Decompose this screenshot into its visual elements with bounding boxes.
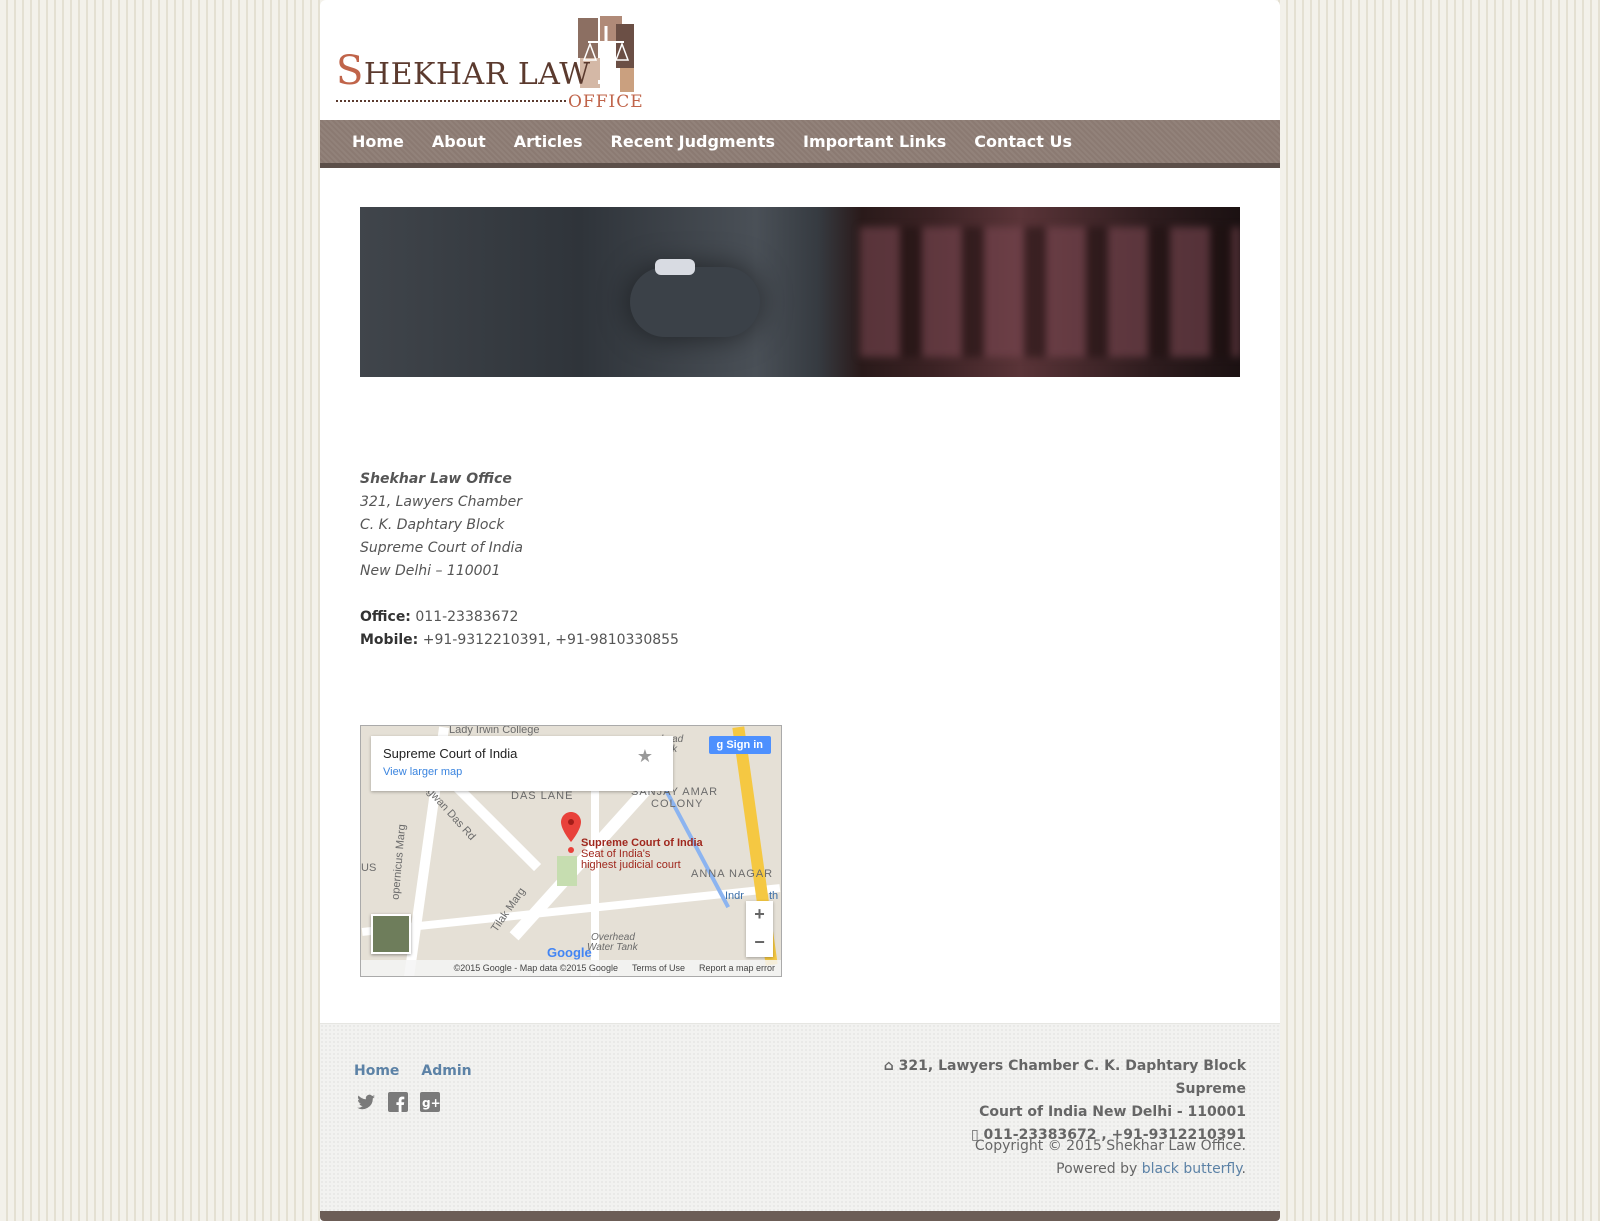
mobile-phone: Mobile: +91-9312210391, +91-9810330855 — [360, 632, 679, 648]
google-logo: Google — [547, 945, 592, 960]
logo-title: SHEKHAR LAW — [336, 48, 591, 94]
map-sign-in-button[interactable]: g Sign in — [708, 736, 771, 754]
banner-law-books — [860, 227, 1240, 357]
logo-dotted-line — [336, 100, 566, 102]
footer-address: ⌂ 321, Lawyers Chamber C. K. Daphtary Bl… — [883, 1058, 1246, 1097]
map-label: Water Tank — [587, 942, 638, 953]
map-label: Lady Irwin College — [449, 725, 540, 736]
contact-content: Shekhar Law Office 321, Lawyers Chamber … — [360, 468, 1240, 652]
zoom-in-button[interactable]: + — [746, 901, 773, 929]
google-plus-icon[interactable]: g+ — [420, 1092, 441, 1112]
map-attribution-bar: ©2015 Google - Map data ©2015 Google Ter… — [361, 960, 781, 976]
footer-bottom-bar — [320, 1211, 1280, 1221]
logo-subtitle: OFFICE — [568, 92, 644, 112]
banner-shirt-cuff — [655, 259, 695, 275]
office-name: Shekhar Law Office — [360, 471, 512, 487]
map-place-title: Supreme Court of India — [383, 746, 518, 761]
map-park — [557, 856, 577, 886]
nav-about[interactable]: About — [432, 132, 486, 151]
header: SHEKHAR LAW OFFICE — [320, 0, 1280, 120]
footer-copyright: Copyright © 2015 Shekhar Law Office. Pow… — [826, 1135, 1246, 1181]
phone-numbers: Office: 011-23383672 Mobile: +91-9312210… — [360, 606, 1240, 652]
star-icon[interactable]: ★ — [637, 746, 653, 767]
map-terms-link[interactable]: Terms of Use — [632, 963, 685, 973]
map-place-card: Supreme Court of India View larger map ★ — [371, 736, 673, 791]
map-label: US — [361, 862, 377, 874]
map-copyright: ©2015 Google - Map data ©2015 Google — [453, 963, 618, 973]
footer: Home Admin g+ ⌂ 321, Lawyers Chamber C. … — [320, 1023, 1280, 1211]
view-larger-map-link[interactable]: View larger map — [383, 766, 462, 778]
home-icon: ⌂ — [883, 1058, 894, 1074]
map-label: opernicus Marg — [389, 823, 409, 901]
map-label: COLONY — [651, 798, 704, 810]
map-zoom-controls: + − — [746, 901, 773, 957]
map-pin-icon[interactable] — [561, 812, 581, 854]
office-address: Shekhar Law Office 321, Lawyers Chamber … — [360, 468, 1240, 583]
office-phone: Office: 011-23383672 — [360, 609, 519, 625]
nav-home[interactable]: Home — [352, 132, 404, 151]
map-label: DAS LANE — [511, 790, 574, 802]
satellite-view-toggle[interactable] — [371, 914, 411, 954]
footer-contact-info: ⌂ 321, Lawyers Chamber C. K. Daphtary Bl… — [826, 1055, 1246, 1147]
nav-important-links[interactable]: Important Links — [803, 132, 946, 151]
powered-by-link[interactable]: black butterfly — [1142, 1161, 1242, 1177]
site-logo[interactable]: SHEKHAR LAW OFFICE — [336, 14, 643, 112]
address-line: New Delhi – 110001 — [360, 563, 501, 579]
copyright-text: Copyright © 2015 Shekhar Law Office. — [974, 1138, 1246, 1154]
map-report-link[interactable]: Report a map error — [699, 963, 775, 973]
header-banner-image — [360, 207, 1240, 377]
map-label: ANNA NAGAR — [691, 868, 774, 880]
address-line: C. K. Daphtary Block — [360, 517, 505, 533]
powered-by: Powered by black butterfly. — [1056, 1161, 1246, 1177]
page: SHEKHAR LAW OFFICE Home About Articles R… — [320, 0, 1280, 1221]
nav-recent-judgments[interactable]: Recent Judgments — [611, 132, 775, 151]
footer-link-home[interactable]: Home — [354, 1063, 399, 1079]
google-map[interactable]: Lady Irwin College DAS LANE SANJAY AMAR … — [360, 725, 782, 977]
nav-articles[interactable]: Articles — [514, 132, 583, 151]
twitter-icon[interactable] — [356, 1092, 376, 1112]
main-nav: Home About Articles Recent Judgments Imp… — [320, 120, 1280, 168]
footer-link-admin[interactable]: Admin — [421, 1063, 471, 1079]
address-line: Supreme Court of India — [360, 540, 523, 556]
social-icons: g+ — [356, 1092, 441, 1112]
footer-links: Home Admin — [354, 1063, 472, 1079]
footer-address-cont: Court of India New Delhi - 110001 — [979, 1104, 1246, 1120]
facebook-icon[interactable] — [388, 1092, 408, 1112]
nav-contact-us[interactable]: Contact Us — [974, 132, 1072, 151]
svg-text:g+: g+ — [422, 1096, 440, 1110]
banner-crossed-arms — [630, 267, 760, 337]
map-pin-label: Supreme Court of India Seat of India's h… — [581, 837, 703, 871]
address-line: 321, Lawyers Chamber — [360, 494, 522, 510]
zoom-out-button[interactable]: − — [746, 929, 773, 957]
map-label: Indr — [725, 890, 744, 902]
